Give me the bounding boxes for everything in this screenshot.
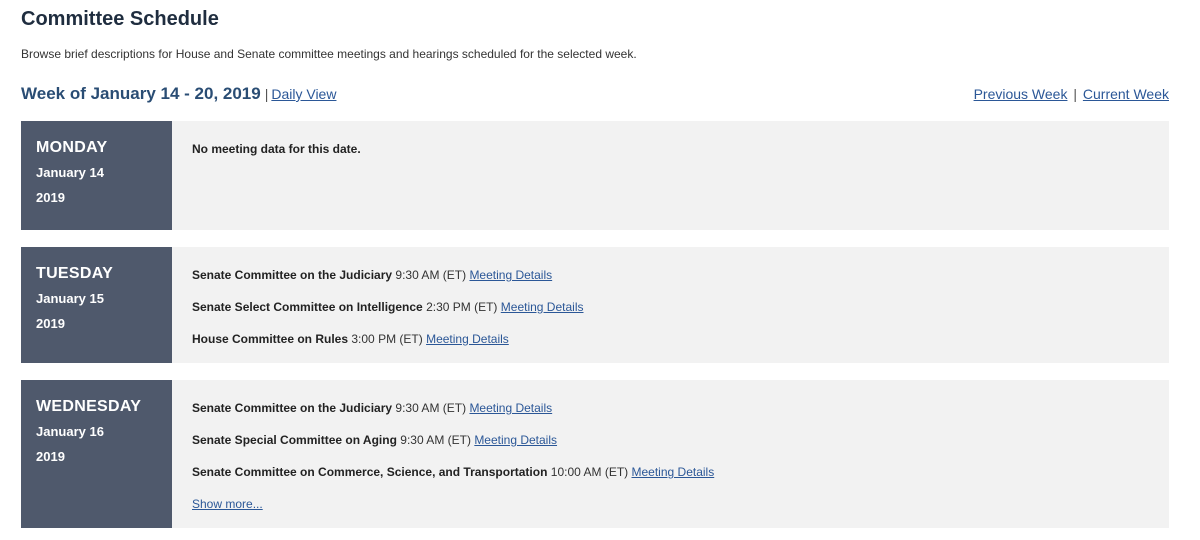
day-label-tuesday: TUESDAY January 15 2019 (21, 247, 172, 363)
day-label-monday: MONDAY January 14 2019 (21, 121, 172, 230)
week-title-separator: | (264, 86, 269, 102)
week-nav-separator: | (1073, 86, 1077, 102)
meeting-item: Senate Special Committee on Aging 9:30 A… (192, 433, 1159, 465)
page-title: Committee Schedule (21, 8, 219, 30)
page-intro: Browse brief descriptions for House and … (21, 47, 637, 61)
day-name: TUESDAY (36, 265, 114, 282)
day-panel-monday: MONDAY January 14 2019 No meeting data f… (21, 121, 1169, 230)
show-more-row: Show more... (192, 497, 1159, 512)
meeting-committee: Senate Committee on Commerce, Science, a… (192, 465, 548, 479)
meeting-item: Senate Committee on the Judiciary 9:30 A… (192, 268, 1159, 300)
meeting-details-link[interactable]: Meeting Details (474, 433, 557, 447)
meeting-item: House Committee on Rules 3:00 PM (ET) Me… (192, 332, 1159, 364)
day-label-wednesday: WEDNESDAY January 16 2019 (21, 380, 172, 528)
previous-week-link[interactable]: Previous Week (974, 86, 1068, 102)
meeting-item: Senate Committee on the Judiciary 9:30 A… (192, 401, 1159, 433)
meeting-item: Senate Select Committee on Intelligence … (192, 300, 1159, 332)
day-date: January 16 (36, 424, 104, 439)
meeting-details-link[interactable]: Meeting Details (469, 268, 552, 282)
meeting-item: Senate Committee on Commerce, Science, a… (192, 465, 1159, 497)
day-date: January 14 (36, 165, 104, 180)
daily-view-link[interactable]: Daily View (271, 86, 336, 102)
week-heading: Week of January 14 - 20, 2019 | Daily View (21, 84, 336, 104)
week-title: Week of January 14 - 20, 2019 (21, 84, 261, 103)
day-year: 2019 (36, 190, 65, 205)
no-meeting-data-message: No meeting data for this date. (192, 142, 361, 156)
week-header: Week of January 14 - 20, 2019 | Daily View… (21, 84, 1169, 108)
meeting-committee: Senate Committee on the Judiciary (192, 401, 393, 415)
meeting-time: 9:30 AM (ET) (395, 401, 467, 415)
meeting-time: 9:30 AM (ET) (400, 433, 471, 447)
meeting-details-link[interactable]: Meeting Details (501, 300, 584, 314)
meeting-committee: House Committee on Rules (192, 332, 349, 346)
day-meetings-tuesday: Senate Committee on the Judiciary 9:30 A… (192, 268, 1159, 364)
meeting-details-link[interactable]: Meeting Details (426, 332, 509, 346)
week-navigation: Previous Week | Current Week (974, 86, 1169, 102)
meeting-details-link[interactable]: Meeting Details (469, 401, 552, 415)
day-meetings-monday: No meeting data for this date. (192, 142, 1159, 156)
day-name: MONDAY (36, 139, 108, 156)
show-more-link[interactable]: Show more... (192, 497, 263, 511)
day-panel-wednesday: WEDNESDAY January 16 2019 Senate Committ… (21, 380, 1169, 528)
meeting-time: 9:30 AM (ET) (395, 268, 467, 282)
day-panel-tuesday: TUESDAY January 15 2019 Senate Committee… (21, 247, 1169, 363)
meeting-details-link[interactable]: Meeting Details (632, 465, 715, 479)
day-name: WEDNESDAY (36, 398, 142, 415)
meeting-time: 3:00 PM (ET) (351, 332, 423, 346)
day-meetings-wednesday: Senate Committee on the Judiciary 9:30 A… (192, 401, 1159, 512)
meeting-committee: Senate Special Committee on Aging (192, 433, 397, 447)
current-week-link[interactable]: Current Week (1083, 86, 1169, 102)
day-date: January 15 (36, 291, 104, 306)
meeting-committee: Senate Committee on the Judiciary (192, 268, 393, 282)
meeting-time: 10:00 AM (ET) (550, 465, 629, 479)
day-year: 2019 (36, 449, 65, 464)
committee-schedule-page: Committee Schedule Browse brief descript… (0, 0, 1200, 540)
meeting-time: 2:30 PM (ET) (426, 300, 498, 314)
day-year: 2019 (36, 316, 65, 331)
meeting-committee: Senate Select Committee on Intelligence (192, 300, 423, 314)
